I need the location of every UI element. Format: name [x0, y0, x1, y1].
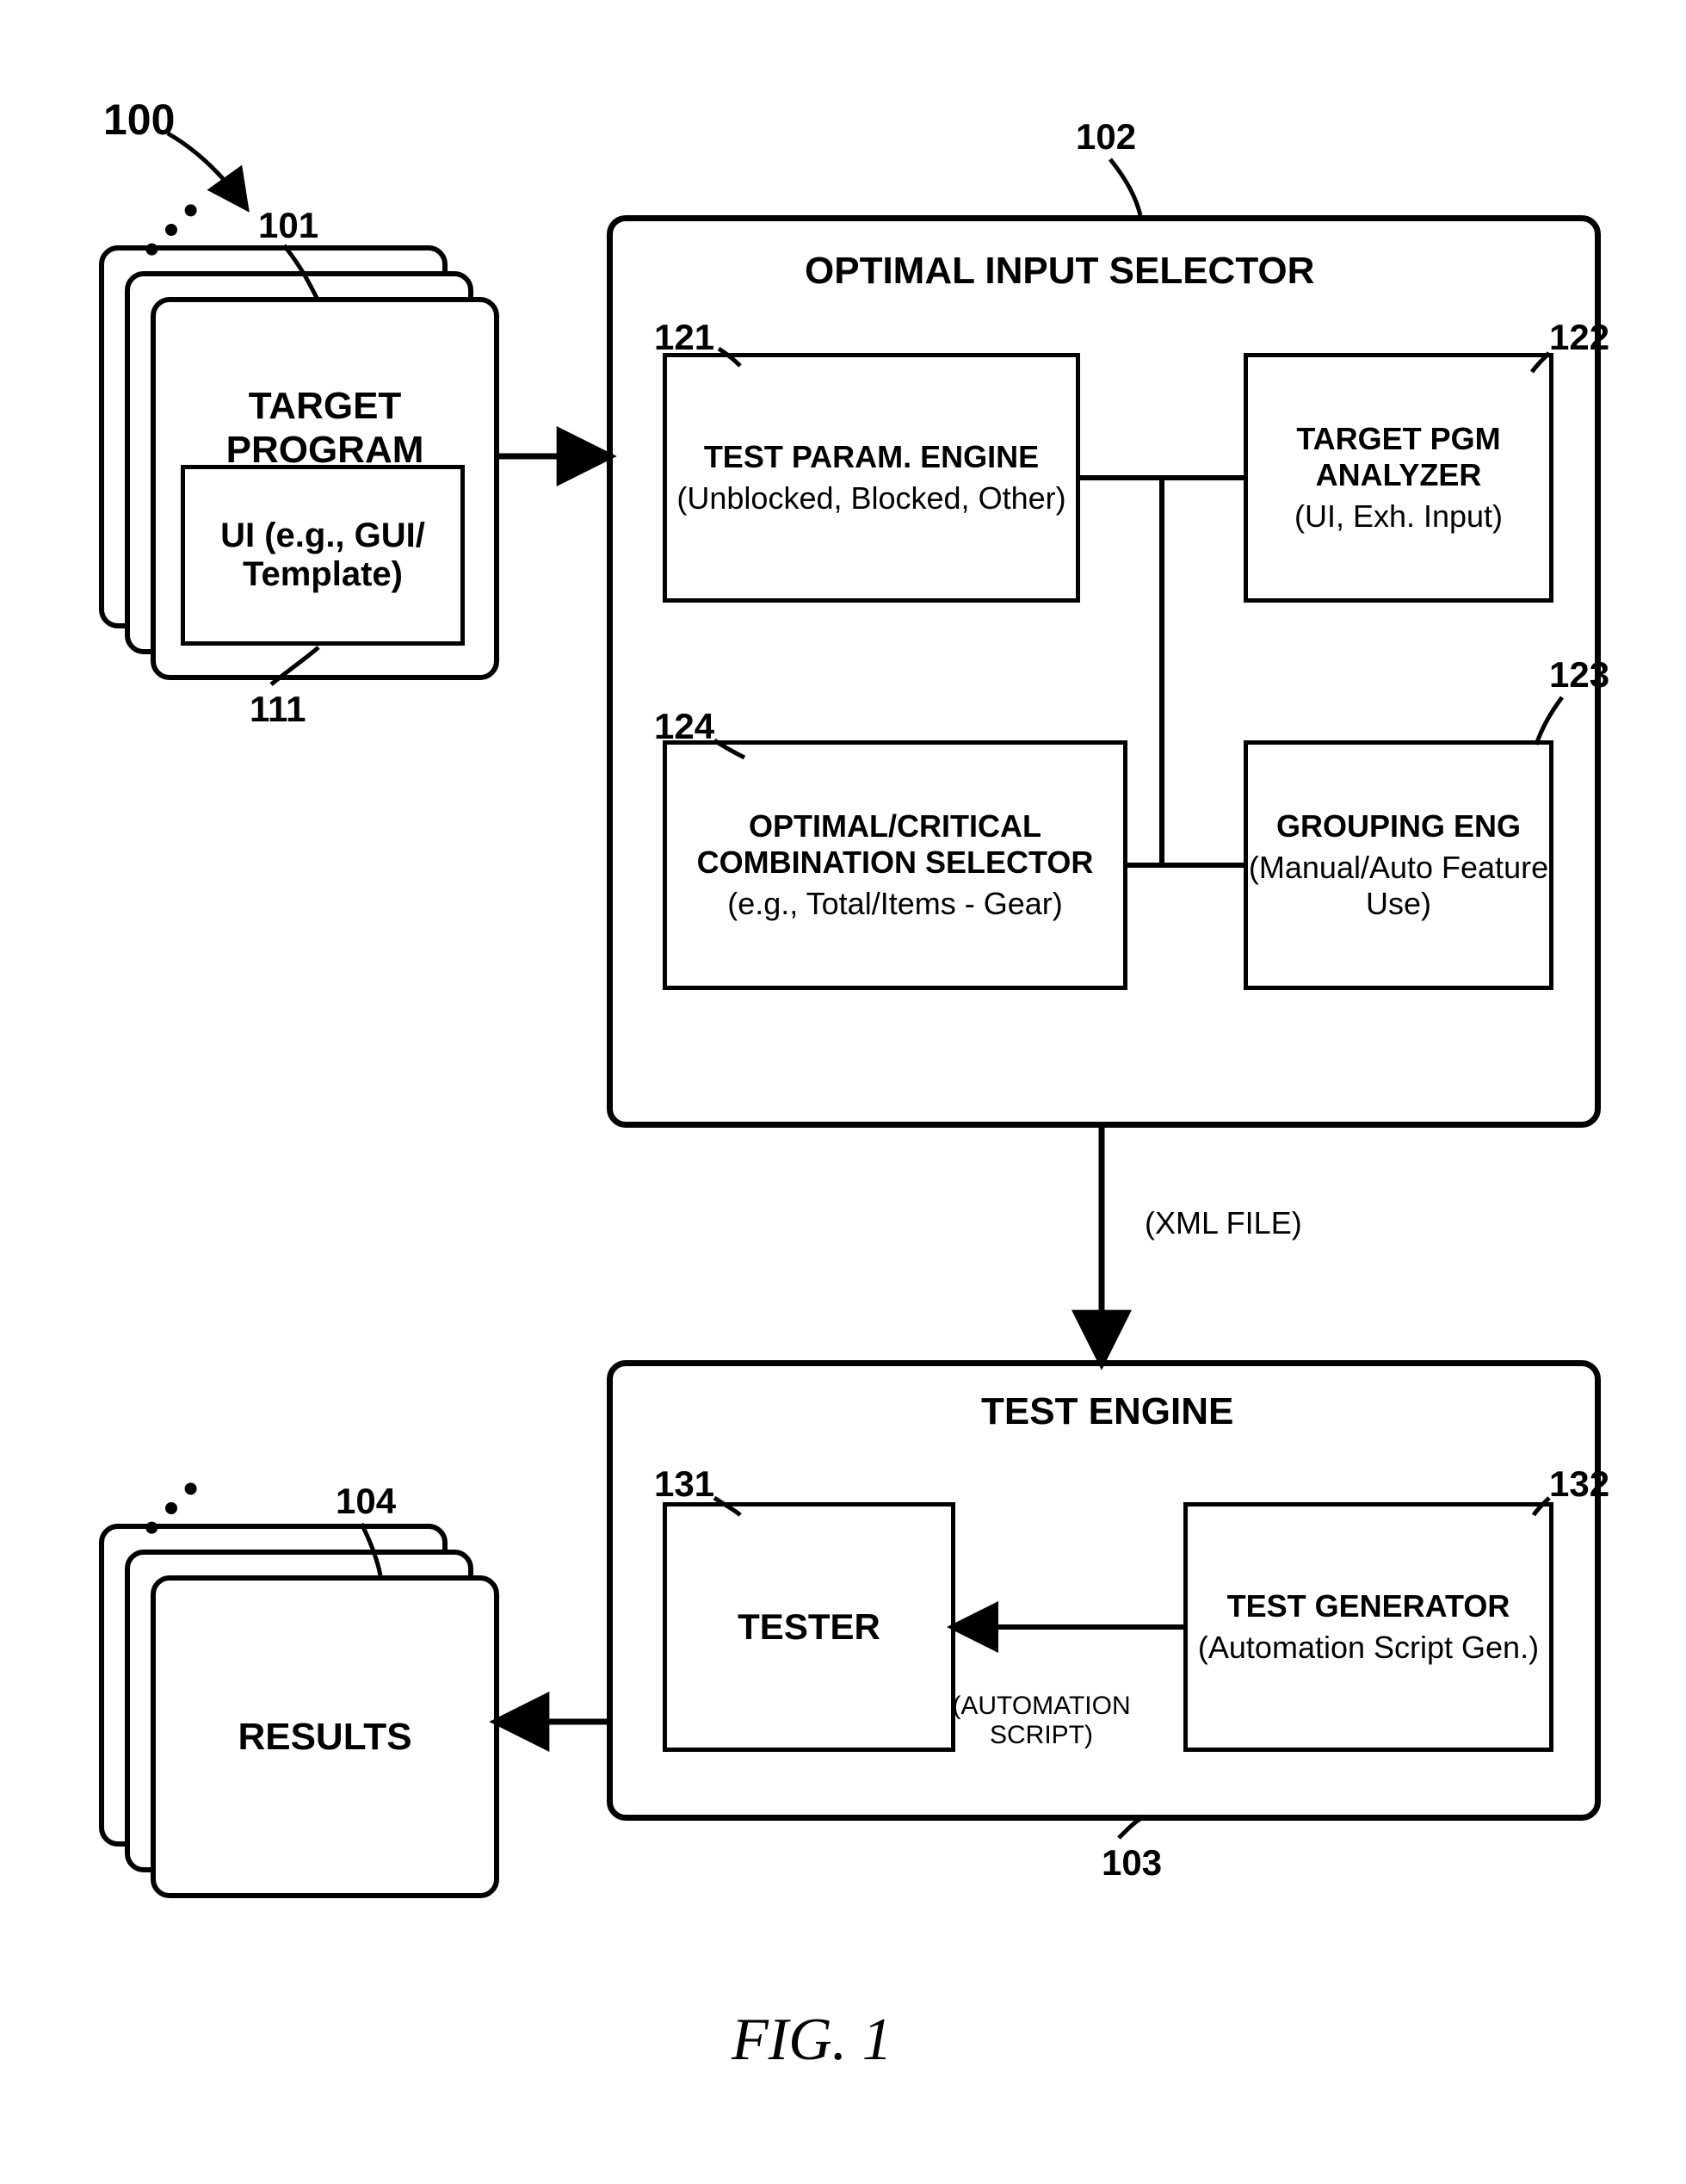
- test-engine-title: TEST ENGINE: [981, 1390, 1233, 1433]
- results-ref: 104: [336, 1481, 396, 1522]
- target-program-title: TARGET PROGRAM: [156, 385, 494, 472]
- results-box: RESULTS: [151, 1575, 499, 1898]
- grouping-eng-ref: 123: [1549, 654, 1609, 696]
- xml-file-label: (XML FILE): [1145, 1205, 1302, 1241]
- ui-box: UI (e.g., GUI/ Template): [181, 465, 465, 646]
- combination-selector-ref: 124: [654, 706, 714, 747]
- tester-text: TESTER: [738, 1606, 880, 1648]
- test-generator-line1: TEST GENERATOR: [1227, 1588, 1510, 1624]
- results-title: RESULTS: [238, 1716, 411, 1759]
- test-param-engine-line1: TEST PARAM. ENGINE: [704, 439, 1039, 475]
- grouping-eng-line1: GROUPING ENG: [1276, 808, 1521, 845]
- combination-selector-line2: (e.g., Total/Items - Gear): [727, 886, 1062, 922]
- test-generator-ref: 132: [1549, 1463, 1609, 1505]
- combination-selector-line1: OPTIMAL/CRITICAL COMBINATION SELECTOR: [667, 808, 1123, 881]
- combination-selector-box: OPTIMAL/CRITICAL COMBINATION SELECTOR (e…: [663, 740, 1127, 990]
- grouping-eng-line2: (Manual/Auto Feature Use): [1248, 850, 1549, 922]
- grouping-eng-box: GROUPING ENG (Manual/Auto Feature Use): [1244, 740, 1553, 990]
- optimal-input-selector-title: OPTIMAL INPUT SELECTOR: [805, 250, 1314, 293]
- figure-ref: 100: [103, 95, 175, 145]
- tester-ref: 131: [654, 1463, 714, 1505]
- figure-caption: FIG. 1: [732, 2006, 892, 2075]
- target-pgm-analyzer-line1: TARGET PGM ANALYZER: [1248, 421, 1549, 493]
- target-pgm-analyzer-line2: (UI, Exh. Input): [1294, 498, 1503, 535]
- optimal-input-selector-ref: 102: [1076, 116, 1136, 158]
- ui-box-text: UI (e.g., GUI/ Template): [185, 517, 460, 594]
- test-param-engine-box: TEST PARAM. ENGINE (Unblocked, Blocked, …: [663, 353, 1080, 603]
- target-program-ref: 101: [258, 205, 318, 246]
- test-param-engine-line2: (Unblocked, Blocked, Other): [676, 480, 1065, 517]
- target-pgm-analyzer-box: TARGET PGM ANALYZER (UI, Exh. Input): [1244, 353, 1553, 603]
- test-param-engine-ref: 121: [654, 317, 714, 358]
- ui-box-ref: 111: [250, 689, 306, 730]
- test-generator-line2: (Automation Script Gen.): [1198, 1630, 1539, 1666]
- target-pgm-analyzer-ref: 122: [1549, 317, 1609, 358]
- optimal-input-selector-box: [607, 215, 1601, 1128]
- test-generator-box: TEST GENERATOR (Automation Script Gen.): [1183, 1502, 1553, 1752]
- test-engine-ref: 103: [1102, 1842, 1162, 1884]
- automation-script-label: (AUTOMATION SCRIPT): [904, 1692, 1179, 1750]
